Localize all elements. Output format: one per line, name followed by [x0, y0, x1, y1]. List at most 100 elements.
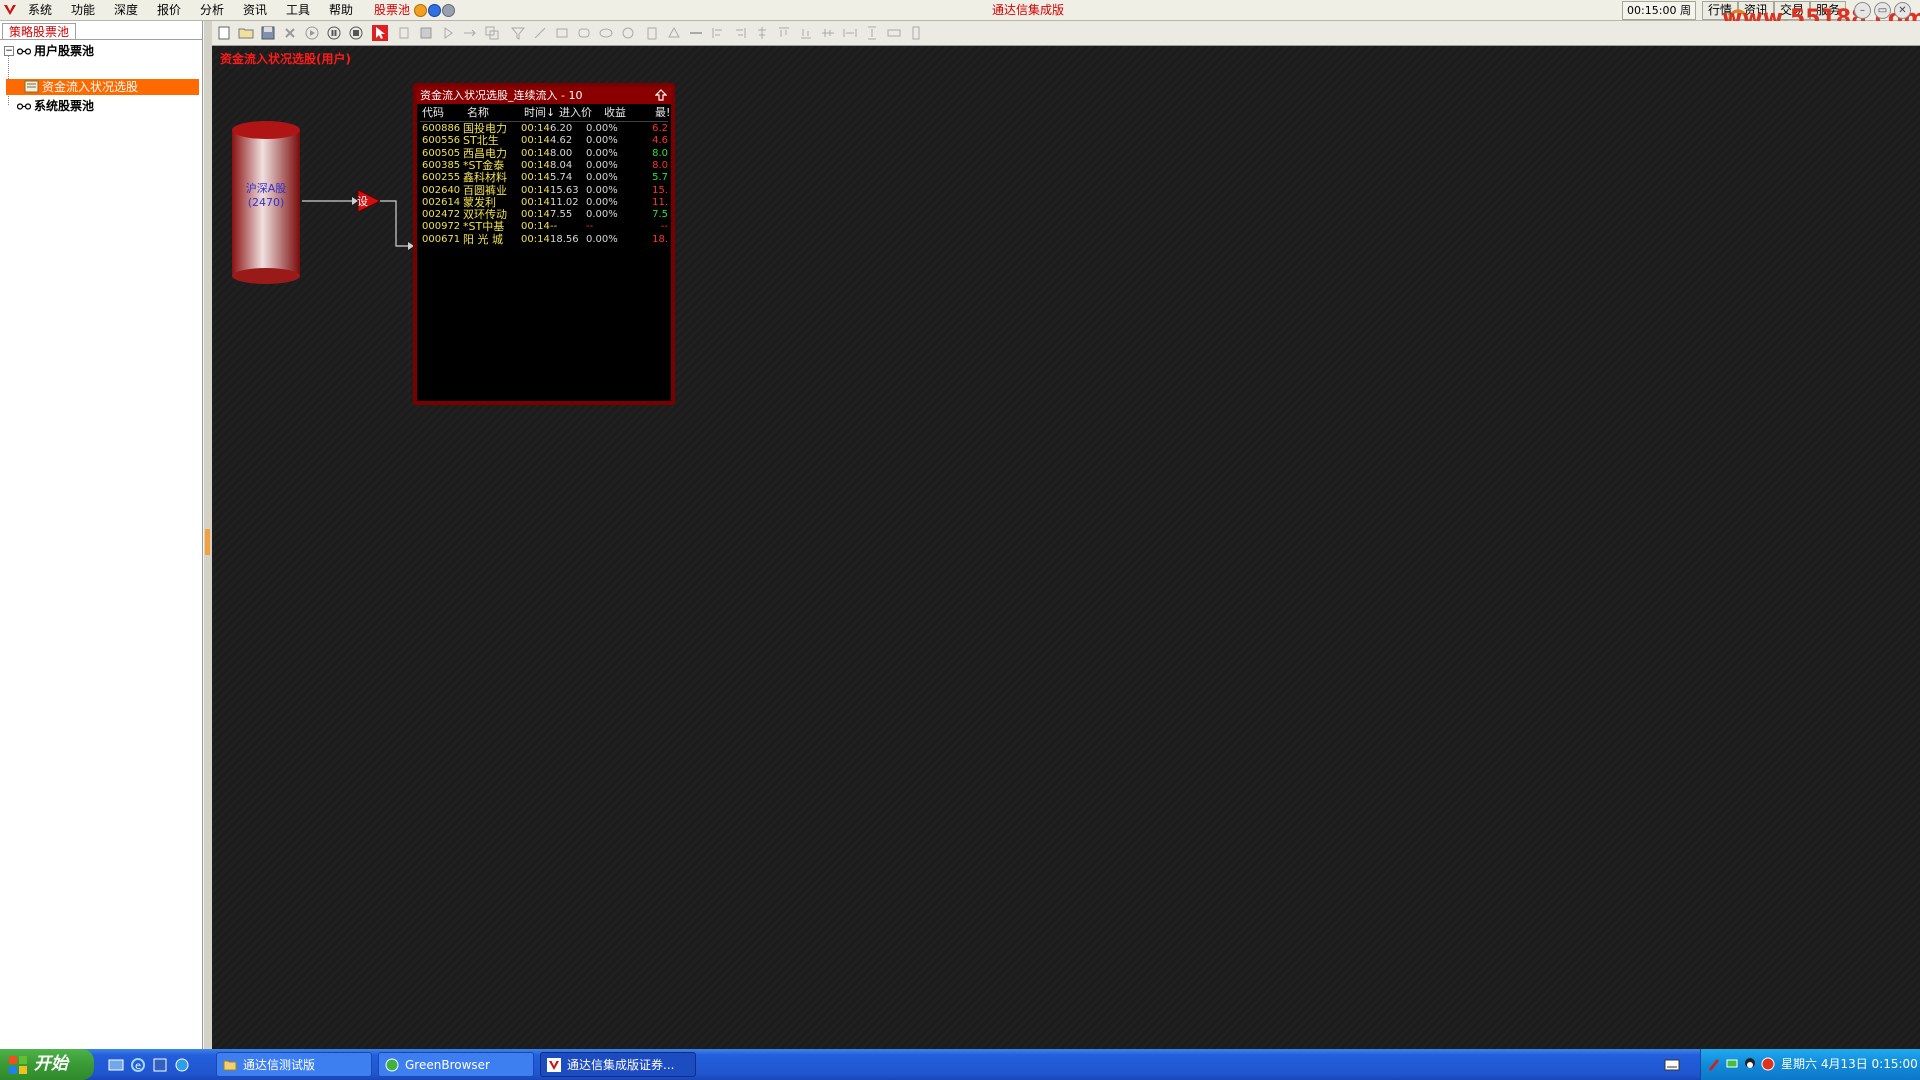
tab-divider: [0, 39, 202, 40]
ellipse-tool-icon[interactable]: [598, 25, 614, 41]
pause-icon[interactable]: [326, 25, 342, 41]
hline-tool-icon[interactable]: [688, 25, 704, 41]
col-return[interactable]: 收益: [604, 106, 626, 120]
align-middle-icon[interactable]: [820, 25, 836, 41]
app-logo-icon[interactable]: [2, 2, 18, 18]
menu-function[interactable]: 功能: [71, 2, 95, 18]
menu-depth[interactable]: 深度: [114, 2, 138, 18]
tab-strategy-pool[interactable]: 策略股票池: [2, 23, 76, 40]
arrow-up-icon[interactable]: [655, 89, 667, 101]
start-button[interactable]: 开始: [0, 1049, 94, 1080]
same-width-icon[interactable]: [886, 25, 902, 41]
copy-tool-icon[interactable]: [484, 25, 500, 41]
square-tool-icon[interactable]: [396, 25, 412, 41]
browser-icon[interactable]: [174, 1057, 190, 1073]
system-tray: 星期六 4月13日 0:15:00: [1700, 1049, 1920, 1080]
restore-icon[interactable]: ▭: [1874, 2, 1891, 19]
tree-item-fund-inflow[interactable]: 资金流入状况选股: [42, 79, 138, 95]
svg-text:e: e: [135, 1061, 141, 1072]
stock-result-window[interactable]: 资金流入状况选股_连续流入 - 10 代码 名称 时间↓ 进入价 收益 最! 6…: [413, 83, 675, 405]
new-icon[interactable]: [216, 25, 232, 41]
tray-qq-icon[interactable]: [1743, 1057, 1757, 1071]
save-icon[interactable]: [260, 25, 276, 41]
space-v-icon[interactable]: [864, 25, 880, 41]
tray-pen-icon[interactable]: [1707, 1057, 1721, 1071]
menu-quote[interactable]: 报价: [157, 2, 181, 18]
play-icon[interactable]: [304, 25, 320, 41]
col-time[interactable]: 时间↓: [524, 106, 555, 120]
pool-warning-icon[interactable]: [414, 4, 427, 17]
document-icon: [24, 80, 39, 93]
filter-node-label: 设: [357, 195, 368, 208]
media-icon[interactable]: [152, 1057, 168, 1073]
open-icon[interactable]: [238, 25, 254, 41]
clipboard-tool-icon[interactable]: [644, 25, 660, 41]
arrow-tool-icon[interactable]: [462, 25, 478, 41]
strategy-pool-panel: 策略股票池 − 用户股票池 资金流入状况选股 系统股票池: [0, 21, 203, 1049]
task-greenbrowser[interactable]: GreenBrowser: [378, 1052, 534, 1077]
delete-icon[interactable]: [282, 25, 298, 41]
align-left-icon[interactable]: [710, 25, 726, 41]
tree-system-pool[interactable]: 系统股票池: [34, 98, 94, 114]
windows-flag-icon: [9, 1056, 27, 1074]
tray-network-icon[interactable]: [1725, 1057, 1739, 1071]
task-label: GreenBrowser: [405, 1058, 490, 1072]
line-tool-icon[interactable]: [532, 25, 548, 41]
menu-system[interactable]: 系统: [28, 2, 52, 18]
stock-window-titlebar[interactable]: 资金流入状况选股_连续流入 - 10: [417, 87, 671, 104]
filter-tool-icon[interactable]: [510, 25, 526, 41]
same-height-icon[interactable]: [908, 25, 924, 41]
menu-help[interactable]: 帮助: [329, 2, 353, 18]
task-label: 通达信集成版证券...: [567, 1058, 675, 1072]
close-icon[interactable]: ✕: [1894, 2, 1911, 19]
source-count-label: (2470): [247, 196, 285, 209]
minimize-icon[interactable]: –: [1854, 2, 1871, 19]
start-label: 开始: [34, 1054, 68, 1074]
run-tool-icon[interactable]: [440, 25, 456, 41]
menu-analysis[interactable]: 分析: [200, 2, 224, 18]
col-entry-price[interactable]: 进入价: [559, 106, 592, 120]
align-top-icon[interactable]: [776, 25, 792, 41]
toolbar: [212, 21, 1920, 46]
tdx-app-icon: [547, 1058, 561, 1072]
table-row[interactable]: [420, 234, 668, 246]
splitter-grip[interactable]: [205, 529, 210, 555]
col-latest[interactable]: 最!: [655, 106, 670, 120]
tree-user-pool[interactable]: 用户股票池: [34, 43, 94, 59]
keyboard-icon[interactable]: [1664, 1058, 1680, 1072]
align-right-icon[interactable]: [732, 25, 748, 41]
link-icon: [17, 48, 31, 55]
folder-icon: [223, 1060, 237, 1071]
tray-clock: 星期六 4月13日 0:15:00: [1781, 1057, 1918, 1071]
menu-info[interactable]: 资讯: [243, 2, 267, 18]
col-name[interactable]: 名称: [467, 106, 489, 120]
align-center-icon[interactable]: [754, 25, 770, 41]
pointer-icon[interactable]: [372, 25, 388, 41]
menu-tools[interactable]: 工具: [286, 2, 310, 18]
app-title: 通达信集成版: [992, 3, 1065, 17]
link-icon: [17, 103, 31, 110]
align-bottom-icon[interactable]: [798, 25, 814, 41]
space-h-icon[interactable]: [842, 25, 858, 41]
greenbrowser-icon: [385, 1058, 399, 1072]
menu-bar: 系统 功能 深度 报价 分析 资讯 工具 帮助 股票池 通达信集成版 00:15…: [0, 0, 1920, 34]
show-desktop-icon[interactable]: [108, 1057, 124, 1073]
pool-info-icon[interactable]: [428, 4, 441, 17]
roundrect-tool-icon[interactable]: [576, 25, 592, 41]
market-clock: 00:15:00 周六: [1622, 1, 1696, 34]
stop-icon[interactable]: [348, 25, 364, 41]
task-tdx-test[interactable]: 通达信测试版: [216, 1052, 372, 1077]
tray-security-icon[interactable]: [1761, 1057, 1775, 1071]
rect-tool-icon[interactable]: [554, 25, 570, 41]
circle-tool-icon[interactable]: [620, 25, 636, 41]
taskbar: 开始 e 通达信测试版 GreenBrowser 通达信集成版证券... 星期六…: [0, 1049, 1920, 1080]
col-code[interactable]: 代码: [422, 106, 444, 120]
pool-settings-icon[interactable]: [442, 4, 455, 17]
task-tdx-integrated[interactable]: 通达信集成版证券...: [540, 1052, 696, 1077]
ie-icon[interactable]: e: [130, 1057, 146, 1073]
flow-line: [380, 200, 412, 247]
source-label: 沪深A股 (2470): [232, 182, 300, 210]
grid-tool-icon[interactable]: [418, 25, 434, 41]
paint-tool-icon[interactable]: [666, 25, 682, 41]
stock-pool-label[interactable]: 股票池: [374, 2, 410, 18]
